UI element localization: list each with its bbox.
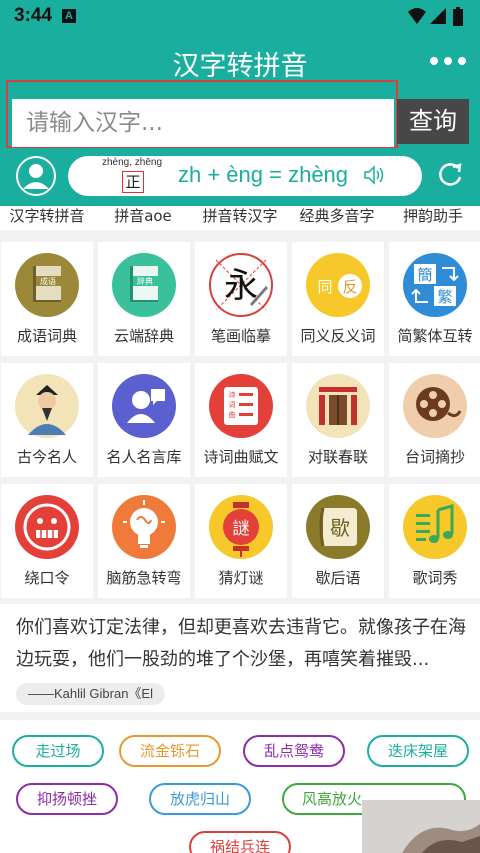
notification-icon: A	[62, 9, 76, 23]
film-reel-icon	[403, 374, 467, 438]
grid-item-xiehouyu[interactable]: 歇 歇后语	[292, 484, 384, 598]
couplets-icon	[306, 374, 370, 438]
svg-text:繁: 繁	[437, 288, 452, 306]
grid-item-label: 猜灯谜	[218, 569, 264, 587]
lyrics-icon	[403, 495, 467, 559]
lantern-riddle-icon: 謎	[209, 495, 273, 559]
grid-item-label: 同义反义词	[300, 327, 376, 345]
idiom-tag[interactable]: 抑扬顿挫	[16, 783, 118, 815]
grid-item-label: 古今名人	[16, 448, 77, 466]
search-box	[6, 80, 398, 148]
grid-item-label: 台词摘抄	[404, 448, 465, 466]
stroke-copy-icon: 永	[209, 253, 273, 317]
svg-text:诗: 诗	[229, 390, 236, 399]
svg-text:謎: 謎	[233, 519, 250, 539]
grid-item-label: 对联春联	[307, 448, 368, 466]
grid-item-label: 绕口令	[24, 569, 70, 587]
floating-overlay[interactable]	[362, 800, 480, 853]
poetry-icon: 诗 词 曲	[209, 374, 273, 438]
cloud-dictionary-icon: 辞典	[112, 253, 176, 317]
grid-item-label: 云端辞典	[113, 327, 174, 345]
grid-item-label: 诗词曲赋文	[203, 448, 279, 466]
grid-item-brain-teaser[interactable]: 脑筋急转弯	[98, 484, 190, 598]
grid-item-quotes[interactable]: 名人名言库	[98, 363, 190, 477]
search-button[interactable]: 查询	[397, 99, 469, 144]
grid-item-label: 简繁体互转	[397, 327, 473, 345]
grid-item-label: 脑筋急转弯	[106, 569, 182, 587]
famous-people-icon	[15, 374, 79, 438]
xiehouyu-icon: 歇	[306, 495, 370, 559]
idiom-tag[interactable]: 迭床架屋	[367, 735, 469, 767]
tab-polyphonic[interactable]: 经典多音字	[289, 205, 385, 226]
grid-item-label: 成语词典	[16, 327, 77, 345]
quote-card[interactable]: 你们喜欢订定法律，但却更喜欢去违背它。就像孩子在海边玩耍，他们一股劲的堆了个沙堡…	[0, 604, 480, 712]
grid-item-lantern-riddle[interactable]: 謎 猜灯谜	[195, 484, 287, 598]
wifi-icon	[408, 8, 426, 24]
grid-item-cloud-dictionary[interactable]: 辞典 云端辞典	[98, 242, 190, 356]
status-time: 3:44	[14, 5, 53, 26]
idiom-tag[interactable]: 乱点鸳鸯	[243, 735, 345, 767]
grid-item-simplified-traditional[interactable]: 簡 繁 简繁体互转	[389, 242, 480, 356]
grid-item-label: 名人名言库	[106, 448, 182, 466]
quotes-icon	[112, 374, 176, 438]
app-header: 汉字转拼音 查询 zhèng, zhēng 正 zh + èng = zhèng	[0, 34, 480, 206]
idiom-tag[interactable]: 走过场	[12, 735, 104, 767]
simplified-traditional-icon: 簡 繁	[403, 253, 467, 317]
tongue-twister-icon	[15, 495, 79, 559]
svg-text:永: 永	[224, 266, 258, 306]
svg-text:成语: 成语	[40, 276, 56, 286]
more-dots-icon[interactable]	[430, 54, 466, 68]
grid-item-poetry[interactable]: 诗 词 曲 诗词曲赋文	[195, 363, 287, 477]
tab-rhyme-helper[interactable]: 押韵助手	[385, 205, 480, 226]
grid-item-synonym-antonym[interactable]: 同 反 同义反义词	[292, 242, 384, 356]
pinyin-formula: zh + èng = zhèng	[178, 162, 349, 187]
refresh-icon[interactable]	[436, 161, 464, 189]
tab-pinyin-aoe[interactable]: 拼音aoe	[95, 205, 191, 226]
grid-item-label: 歌词秀	[412, 569, 458, 587]
tab-pinyin-to-hanzi[interactable]: 拼音转汉字	[192, 205, 288, 226]
svg-text:簡: 簡	[417, 266, 432, 284]
svg-text:曲: 曲	[229, 410, 236, 419]
quote-text: 你们喜欢订定法律，但却更喜欢去违背它。就像孩子在海边玩耍，他们一股劲的堆了个沙堡…	[16, 617, 466, 670]
svg-text:同: 同	[317, 278, 332, 296]
battery-icon	[453, 7, 463, 26]
status-icons	[408, 7, 463, 26]
top-tabs: 汉字转拼音 拼音aoe 拼音转汉字 经典多音字 押韵助手	[0, 206, 480, 230]
brain-teaser-icon	[112, 495, 176, 559]
signal-icon	[430, 8, 446, 24]
grid-item-idiom-dictionary[interactable]: 成语 成语词典	[1, 242, 93, 356]
idiom-tag[interactable]: 祸结兵连	[189, 831, 291, 853]
svg-text:歇: 歇	[330, 516, 350, 540]
grid-item-stroke-copy[interactable]: 永 笔画临摹	[195, 242, 287, 356]
grid-item-lyrics[interactable]: 歌词秀	[389, 484, 480, 598]
grid-item-film-lines[interactable]: 台词摘抄	[389, 363, 480, 477]
grid-item-couplets[interactable]: 对联春联	[292, 363, 384, 477]
grid-item-tongue-twister[interactable]: 绕口令	[1, 484, 93, 598]
demo-character: 正	[122, 171, 144, 193]
tab-hanzi-to-pinyin[interactable]: 汉字转拼音	[0, 205, 95, 226]
page-title: 汉字转拼音	[172, 51, 308, 82]
grid-item-label: 笔画临摹	[210, 327, 271, 345]
idiom-tag[interactable]: 流金铄石	[119, 735, 221, 767]
svg-text:反: 反	[342, 278, 357, 296]
overlay-image	[362, 800, 480, 853]
quote-author-badge: ——Kahlil Gibran《El	[16, 683, 165, 705]
pinyin-demo-pill: zhèng, zhēng 正 zh + èng = zhèng	[68, 156, 422, 196]
status-bar: 3:44 A	[0, 0, 480, 34]
pinyin-readings: zhèng, zhēng	[102, 157, 163, 168]
svg-text:词: 词	[229, 401, 236, 409]
idiom-book-icon: 成语	[15, 253, 79, 317]
grid-item-famous-people[interactable]: 古今名人	[1, 363, 93, 477]
avatar-icon[interactable]	[16, 156, 56, 196]
synonym-antonym-icon: 同 反	[306, 253, 370, 317]
idiom-tag[interactable]: 放虎归山	[149, 783, 251, 815]
speaker-icon[interactable]	[364, 165, 386, 185]
grid-item-label: 歇后语	[315, 569, 361, 587]
svg-text:辞典: 辞典	[137, 276, 153, 286]
search-input[interactable]	[12, 99, 394, 147]
